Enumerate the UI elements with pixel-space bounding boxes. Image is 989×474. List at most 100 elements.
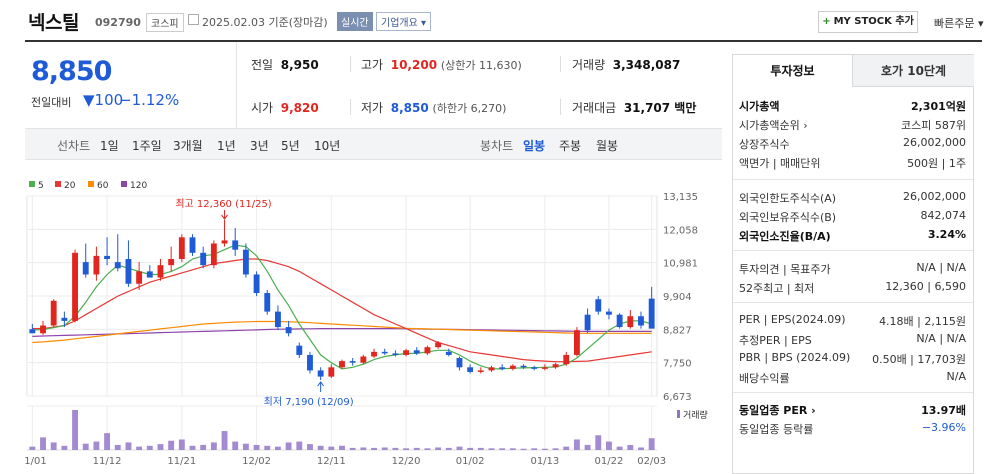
- x-tick-label: 01/22: [595, 456, 624, 467]
- candle-body: [50, 300, 57, 326]
- volume-item: 거래량 3,348,087: [572, 56, 680, 73]
- volume-bar: [253, 444, 260, 450]
- volume-bar: [146, 445, 153, 450]
- info-label: 외국인한도주식수(A): [739, 192, 837, 205]
- volume-bar: [200, 444, 207, 450]
- investment-info-panel: 투자정보 호가 10단계 시가총액 2,301억원 시가총액순위 › 코스피 587위…: [732, 54, 974, 474]
- candle-body: [178, 237, 185, 259]
- volume-bar: [499, 448, 506, 450]
- info-value: N/A | N/A: [916, 332, 966, 345]
- candle-body: [573, 330, 580, 355]
- change-percent: −1.12%: [119, 91, 180, 109]
- candle-body: [317, 370, 324, 377]
- info-label: 상장주식수: [739, 138, 790, 151]
- y-tick-label: 7,750: [663, 359, 692, 370]
- volume-bar: [349, 447, 356, 450]
- add-mystock-button[interactable]: + MY STOCK 추가: [818, 11, 918, 33]
- volume-bar: [104, 433, 111, 450]
- legend-swatch-ma120: [121, 181, 127, 187]
- volume-bar: [573, 439, 580, 450]
- open-item: 시가 9,820: [251, 99, 319, 116]
- low-item: 저가 8,850 (하한가 6,270): [361, 99, 506, 116]
- info-value: 13.97배: [921, 404, 966, 417]
- volume-bar: [445, 447, 452, 450]
- candle-body: [413, 350, 420, 354]
- period-1y[interactable]: 1년: [217, 137, 236, 154]
- period-weekly[interactable]: 주봉: [559, 137, 581, 154]
- prev-close-item: 전일 8,950: [251, 56, 319, 73]
- current-price: 8,850: [31, 56, 112, 87]
- candle-chart-label: 봉차트: [480, 139, 514, 153]
- legend-swatch-ma20: [55, 181, 61, 187]
- volume-bar: [296, 441, 303, 450]
- info-label[interactable]: 시가총액순위 ›: [739, 117, 808, 133]
- panel-divider: [733, 302, 973, 303]
- panel-divider: [733, 250, 973, 251]
- volume-bar: [307, 444, 313, 450]
- change-value: ▼100: [83, 91, 124, 109]
- info-value: 코스피 587위: [901, 119, 966, 132]
- period-3y[interactable]: 3년: [250, 137, 269, 154]
- candle-body: [520, 365, 527, 368]
- x-tick-label: 12/02: [242, 456, 271, 467]
- x-tick-label: 11/21: [167, 456, 196, 467]
- candle-body: [328, 367, 335, 377]
- volume-bar: [328, 446, 335, 450]
- period-1d[interactable]: 1일: [100, 137, 119, 154]
- volume-bar: [371, 447, 377, 450]
- volume-bar: [339, 445, 345, 450]
- volume-bar: [189, 445, 196, 450]
- volume-bar: [29, 446, 36, 450]
- prev-close-label: 전일: [251, 58, 274, 72]
- period-10y[interactable]: 10년: [314, 137, 340, 154]
- quick-order-button[interactable]: 빠른주문 ▾: [934, 15, 984, 31]
- period-daily[interactable]: 일봉: [523, 137, 545, 154]
- candle-body: [467, 367, 474, 372]
- info-label: 외국인보유주식수(B): [739, 211, 837, 224]
- period-5y[interactable]: 5년: [281, 137, 300, 154]
- volume-value: 3,348,087: [612, 58, 681, 72]
- info-value: 26,002,000: [903, 136, 966, 149]
- volume-bar: [413, 447, 420, 450]
- candle-body: [349, 361, 356, 363]
- candle-body: [210, 243, 217, 266]
- volume-bar: [285, 442, 292, 450]
- panel-divider: [733, 392, 973, 393]
- legend-label-ma20: 20: [64, 181, 76, 191]
- legend-label-ma120: 120: [130, 181, 147, 191]
- volume-bar: [210, 442, 217, 450]
- volume-bar: [242, 443, 249, 450]
- info-value: 12,360 | 6,590: [885, 280, 966, 293]
- period-monthly[interactable]: 월봉: [596, 137, 618, 154]
- volume-bar: [392, 447, 399, 450]
- realtime-button[interactable]: 실시간: [337, 12, 373, 31]
- company-overview-dropdown[interactable]: 기업개요 ▾: [376, 12, 431, 31]
- candle-body: [93, 255, 100, 275]
- tab-investment-info[interactable]: 투자정보: [733, 55, 853, 87]
- candle-body: [242, 249, 249, 275]
- candle-body: [563, 354, 570, 365]
- info-value: N/A: [946, 370, 966, 383]
- candle-body: [114, 262, 121, 269]
- volume-bar: [456, 446, 463, 450]
- info-value: 842,074: [920, 209, 967, 222]
- info-value: 2,301억원: [910, 100, 966, 113]
- candle-body: [61, 317, 68, 321]
- candle-body: [125, 258, 132, 284]
- y-tick-label: 13,135: [663, 192, 698, 203]
- moving-average-ma60: [32, 320, 652, 344]
- candle-body: [627, 316, 634, 328]
- info-label: 52주최고 | 최저: [739, 282, 815, 295]
- lower-limit: (하한가 6,270): [432, 102, 507, 115]
- open-label: 시가: [251, 101, 274, 115]
- tab-order-book-10[interactable]: 호가 10단계: [853, 55, 974, 87]
- candle-body: [339, 361, 345, 368]
- x-tick-label: 12/20: [392, 456, 421, 467]
- high-label: 고가: [361, 58, 384, 72]
- candle-body: [232, 240, 239, 250]
- candle-body: [264, 293, 271, 312]
- volume-bar: [232, 441, 239, 450]
- info-label[interactable]: 동일업종 PER ›: [739, 402, 816, 418]
- period-3m[interactable]: 3개월: [173, 137, 203, 154]
- period-1w[interactable]: 1주일: [132, 137, 162, 154]
